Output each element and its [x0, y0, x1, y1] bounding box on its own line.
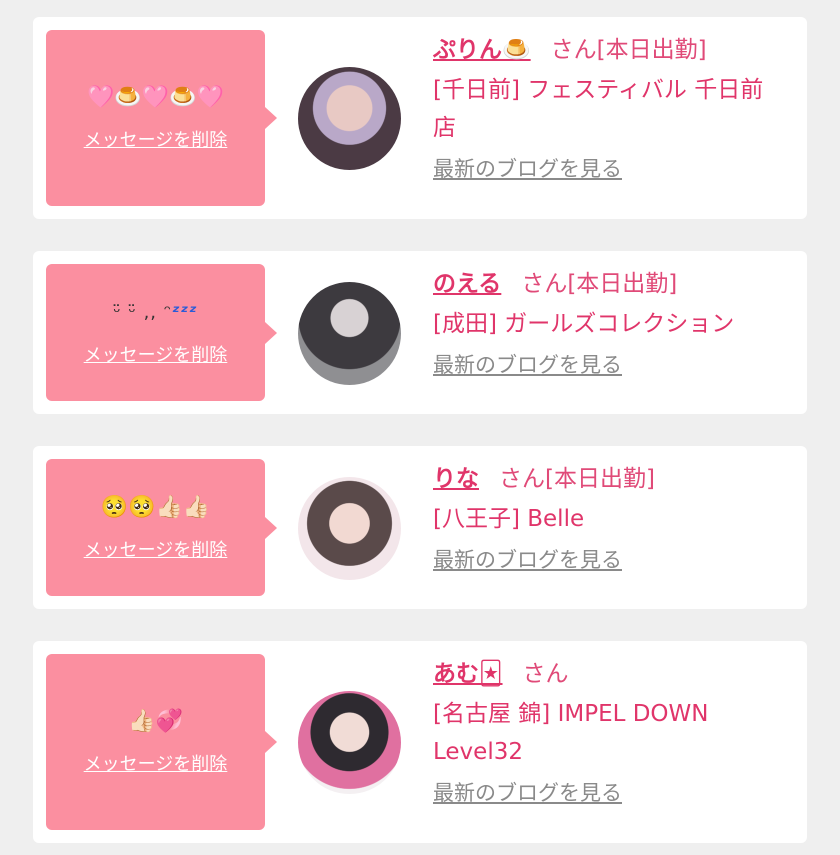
list-item: 🩷🍮🩷🍮🩷 メッセージを削除 ぷりん🍮 さん[本日出勤] [千日前] フェスティバ…: [33, 17, 807, 219]
shop-name: [成田] ガールズコレクション: [433, 311, 735, 337]
message-text: 👍🏻💞: [128, 709, 183, 734]
delete-message-link[interactable]: メッセージを削除: [84, 536, 228, 562]
delete-message-link[interactable]: メッセージを削除: [84, 341, 228, 367]
name-suffix: さん[本日出勤]: [499, 466, 655, 492]
message-prefix: ᵕ̈ ᵕ̈ ,, ᵔ: [113, 301, 173, 323]
cast-name-link[interactable]: りな: [433, 466, 479, 492]
latest-blog-link[interactable]: 最新のブログを見る: [433, 777, 622, 807]
shop-name: [八王子] Belle: [433, 506, 585, 532]
message-bubble: 👍🏻💞 メッセージを削除: [46, 654, 277, 830]
name-line: のえる さん[本日出勤]: [433, 269, 783, 299]
cast-name-link[interactable]: あむ🃏: [433, 661, 503, 687]
latest-blog-link[interactable]: 最新のブログを見る: [433, 153, 622, 183]
avatar[interactable]: [298, 67, 401, 170]
message-text: ᵕ̈ ᵕ̈ ,, ᵔᶻᶻᶻ: [113, 299, 198, 327]
avatar[interactable]: [298, 477, 401, 580]
avatar[interactable]: [298, 691, 401, 794]
shop-name: [名古屋 錦] IMPEL DOWN Level32: [433, 701, 709, 765]
sleep-icon: ᶻᶻᶻ: [172, 301, 198, 323]
delete-message-link[interactable]: メッセージを削除: [84, 126, 228, 152]
list-item: ᵕ̈ ᵕ̈ ,, ᵔᶻᶻᶻ メッセージを削除 のえる さん[本日出勤] [成田] …: [33, 251, 807, 414]
message-bubble: ᵕ̈ ᵕ̈ ,, ᵔᶻᶻᶻ メッセージを削除: [46, 264, 277, 401]
cast-name-link[interactable]: ぷりん🍮: [433, 37, 531, 63]
cast-name-link[interactable]: のえる: [433, 271, 501, 297]
cast-info: のえる さん[本日出勤] [成田] ガールズコレクション 最新のブログを見る: [433, 269, 783, 379]
message-bubble: 🩷🍮🩷🍮🩷 メッセージを削除: [46, 30, 277, 206]
message-list: 🩷🍮🩷🍮🩷 メッセージを削除 ぷりん🍮 さん[本日出勤] [千日前] フェスティバ…: [0, 0, 840, 855]
latest-blog-link[interactable]: 最新のブログを見る: [433, 349, 622, 379]
list-item: 👍🏻💞 メッセージを削除 あむ🃏 さん [名古屋 錦] IMPEL DOWN Le…: [33, 641, 807, 843]
cast-info: あむ🃏 さん [名古屋 錦] IMPEL DOWN Level32 最新のブログを…: [433, 659, 783, 807]
cast-info: ぷりん🍮 さん[本日出勤] [千日前] フェスティバル 千日前店 最新のブログを見…: [433, 35, 783, 183]
delete-message-link[interactable]: メッセージを削除: [84, 750, 228, 776]
avatar[interactable]: [298, 282, 401, 385]
name-suffix: さん: [522, 661, 569, 687]
message-bubble: 🥺🥺👍🏻👍🏻 メッセージを削除: [46, 459, 277, 596]
name-line: ぷりん🍮 さん[本日出勤]: [433, 35, 783, 65]
name-line: あむ🃏 さん: [433, 659, 783, 689]
name-suffix: さん[本日出勤]: [521, 271, 678, 297]
cast-info: りな さん[本日出勤] [八王子] Belle 最新のブログを見る: [433, 464, 783, 574]
shop-name: [千日前] フェスティバル 千日前店: [433, 77, 764, 141]
message-text: 🩷🍮🩷🍮🩷: [87, 85, 224, 110]
message-text: 🥺🥺👍🏻👍🏻: [100, 494, 211, 520]
list-item: 🥺🥺👍🏻👍🏻 メッセージを削除 りな さん[本日出勤] [八王子] Belle 最…: [33, 446, 807, 609]
name-line: りな さん[本日出勤]: [433, 464, 783, 494]
latest-blog-link[interactable]: 最新のブログを見る: [433, 544, 622, 574]
name-suffix: さん[本日出勤]: [550, 37, 707, 63]
